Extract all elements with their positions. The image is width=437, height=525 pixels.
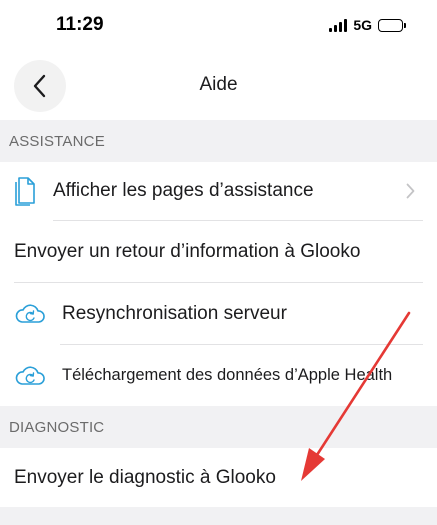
nav-bar: Aide (0, 50, 437, 120)
row-help-pages[interactable]: Afficher les pages d’assistance (0, 162, 437, 220)
row-send-diagnostic[interactable]: Envoyer le diagnostic à Glooko (0, 448, 437, 507)
cloud-sync-icon (15, 303, 45, 323)
row-apple-health-label: Téléchargement des données d’Apple Healt… (62, 366, 393, 384)
document-icon (15, 177, 35, 206)
status-indicators: 5G (329, 17, 406, 33)
status-time: 11:29 (56, 14, 104, 35)
row-feedback[interactable]: Envoyer un retour d’information à Glooko (0, 221, 437, 282)
cloud-sync-icon (15, 365, 45, 385)
section-spacer (0, 507, 437, 525)
row-resync-label: Resynchronisation serveur (62, 302, 287, 324)
cellular-signal-icon (329, 18, 348, 32)
row-feedback-label: Envoyer un retour d’information à Glooko (14, 240, 361, 262)
section-header-assistance: ASSISTANCE (0, 120, 437, 162)
row-send-diagnostic-label: Envoyer le diagnostic à Glooko (14, 466, 276, 488)
page-title: Aide (199, 74, 238, 95)
section-header-diagnostic: DIAGNOSTIC (0, 406, 437, 448)
chevron-right-icon (406, 183, 415, 199)
row-help-pages-label: Afficher les pages d’assistance (53, 180, 314, 201)
battery-icon (378, 18, 406, 32)
status-bar: 11:29 5G (0, 0, 437, 50)
network-type: 5G (353, 17, 372, 33)
row-resync[interactable]: Resynchronisation serveur (0, 283, 437, 344)
row-apple-health[interactable]: Téléchargement des données d’Apple Healt… (0, 345, 437, 406)
